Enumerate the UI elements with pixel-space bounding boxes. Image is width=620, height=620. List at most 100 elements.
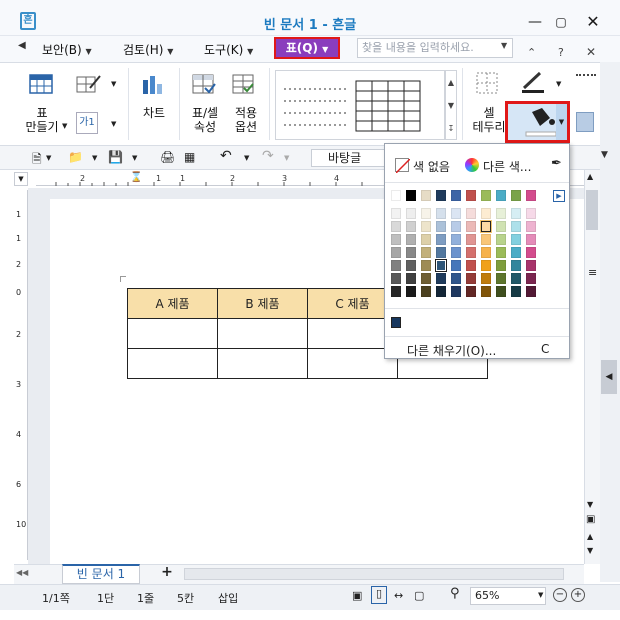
chart-icon[interactable] — [141, 74, 167, 96]
color-swatch[interactable] — [436, 286, 446, 297]
color-swatch[interactable] — [466, 221, 476, 232]
color-swatch[interactable] — [526, 234, 536, 245]
zoom-in-icon[interactable]: + — [571, 588, 585, 602]
color-swatch[interactable] — [496, 273, 506, 284]
color-swatch[interactable] — [406, 286, 416, 297]
color-swatch[interactable] — [451, 221, 461, 232]
chart-button[interactable]: 차트 — [138, 106, 170, 120]
color-swatch[interactable] — [511, 286, 521, 297]
table-header-cell[interactable]: B 제품 — [217, 288, 308, 319]
color-swatch[interactable] — [481, 208, 491, 219]
chevron-down-icon[interactable]: ▼ — [501, 41, 507, 50]
cell-border-button[interactable]: 셀 테두리 — [468, 106, 510, 134]
color-swatch[interactable] — [421, 273, 431, 284]
color-swatch[interactable] — [406, 273, 416, 284]
gallery-scroll[interactable]: ▲ ▼ ↧ — [445, 70, 457, 140]
color-swatch[interactable] — [526, 273, 536, 284]
maximize-icon[interactable]: ▢ — [551, 12, 571, 32]
color-swatch[interactable] — [526, 286, 536, 297]
chevron-left-icon[interactable]: ◀ — [18, 40, 26, 51]
redo-icon[interactable]: ↷ — [262, 148, 274, 164]
color-swatch[interactable] — [466, 286, 476, 297]
table-cell[interactable] — [217, 348, 308, 379]
make-table-button[interactable]: 표 만들기 — [20, 106, 64, 134]
horizontal-scrollbar[interactable] — [184, 568, 564, 580]
fit-width-icon[interactable]: ↔ — [394, 589, 403, 602]
color-swatch[interactable] — [451, 190, 461, 201]
cell-shade-icon[interactable] — [576, 112, 594, 132]
color-swatch[interactable] — [391, 234, 401, 245]
scroll-up-icon[interactable]: ▲ — [587, 172, 593, 181]
color-swatch[interactable] — [496, 221, 506, 232]
other-fill-option[interactable]: 다른 채우기(O)... — [407, 342, 496, 359]
preview-icon[interactable]: ▦ — [184, 150, 195, 164]
color-swatch[interactable] — [421, 260, 431, 271]
color-swatch[interactable] — [451, 260, 461, 271]
table-cell[interactable] — [127, 348, 218, 379]
color-swatch[interactable] — [391, 221, 401, 232]
chevron-down-icon[interactable]: ▼ — [62, 122, 67, 130]
recent-color-swatch[interactable] — [391, 317, 401, 328]
collapse-ribbon-icon[interactable]: ⌃ — [527, 46, 536, 59]
side-panel-toggle[interactable]: ◀ — [601, 360, 617, 394]
chevron-down-icon[interactable]: ▼ — [46, 154, 51, 162]
color-swatch[interactable] — [391, 208, 401, 219]
color-swatch[interactable] — [511, 208, 521, 219]
color-swatch[interactable] — [421, 190, 431, 201]
color-swatch[interactable] — [451, 273, 461, 284]
zoom-out-icon[interactable]: − — [553, 588, 567, 602]
color-swatch[interactable] — [406, 190, 416, 201]
color-swatch[interactable] — [436, 247, 446, 258]
pencil-table-icon[interactable] — [76, 74, 102, 94]
color-swatch[interactable] — [526, 208, 536, 219]
chevron-down-icon[interactable]: ▼ — [111, 120, 116, 128]
color-swatch[interactable] — [511, 260, 521, 271]
table-grid-icon[interactable] — [29, 74, 53, 94]
color-swatch[interactable] — [436, 190, 446, 201]
swatch-grid[interactable] — [385, 144, 569, 328]
color-swatch[interactable] — [391, 260, 401, 271]
menu-item-tools[interactable]: 도구(K) ▼ — [204, 40, 253, 60]
color-swatch[interactable] — [406, 234, 416, 245]
prev-page-icon[interactable]: ▲ — [587, 532, 593, 541]
color-swatch[interactable] — [481, 234, 491, 245]
color-swatch[interactable] — [436, 208, 446, 219]
color-swatch[interactable] — [526, 190, 536, 201]
color-swatch[interactable] — [391, 273, 401, 284]
vertical-scrollbar[interactable]: ▲ ≡ ▼ ▣ ▲ ▼ — [584, 170, 600, 564]
minimize-icon[interactable]: — — [525, 12, 545, 32]
chevron-down-icon[interactable]: ▼ — [132, 154, 137, 162]
color-swatch[interactable] — [526, 247, 536, 258]
chevron-down-icon[interactable]: ▼ — [284, 154, 289, 162]
color-swatch[interactable] — [421, 208, 431, 219]
color-swatch[interactable] — [466, 260, 476, 271]
color-swatch[interactable] — [406, 208, 416, 219]
cell-fill-button[interactable]: ▼ — [505, 101, 570, 143]
color-swatch[interactable] — [466, 247, 476, 258]
pen-icon[interactable] — [520, 70, 546, 94]
cell-properties-button[interactable]: 표/셀 속성 — [186, 106, 224, 134]
new-doc-icon[interactable]: 🗎 — [32, 150, 42, 171]
table-header-cell[interactable]: A 제품 — [127, 288, 218, 319]
table-style-gallery[interactable] — [275, 70, 445, 140]
color-swatch[interactable] — [511, 273, 521, 284]
more-colors-icon[interactable]: ▶ — [553, 190, 565, 202]
single-page-icon[interactable]: ▯ — [371, 586, 387, 604]
color-swatch[interactable] — [466, 273, 476, 284]
style-select[interactable]: 바탕글 — [311, 149, 385, 167]
color-swatch[interactable] — [451, 208, 461, 219]
color-swatch[interactable] — [480, 220, 492, 233]
color-swatch[interactable] — [391, 190, 401, 201]
color-swatch[interactable] — [496, 260, 506, 271]
color-swatch[interactable] — [421, 221, 431, 232]
color-swatch[interactable] — [496, 234, 506, 245]
color-swatch[interactable] — [526, 221, 536, 232]
color-swatch[interactable] — [451, 234, 461, 245]
multi-page-icon[interactable]: ▢ — [414, 589, 424, 602]
color-swatch[interactable] — [496, 247, 506, 258]
table-cell[interactable] — [217, 318, 308, 349]
help-icon[interactable]: ? — [558, 46, 564, 59]
color-swatch[interactable] — [421, 247, 431, 258]
next-page-icon[interactable]: ▼ — [587, 546, 593, 555]
color-swatch[interactable] — [466, 190, 476, 201]
